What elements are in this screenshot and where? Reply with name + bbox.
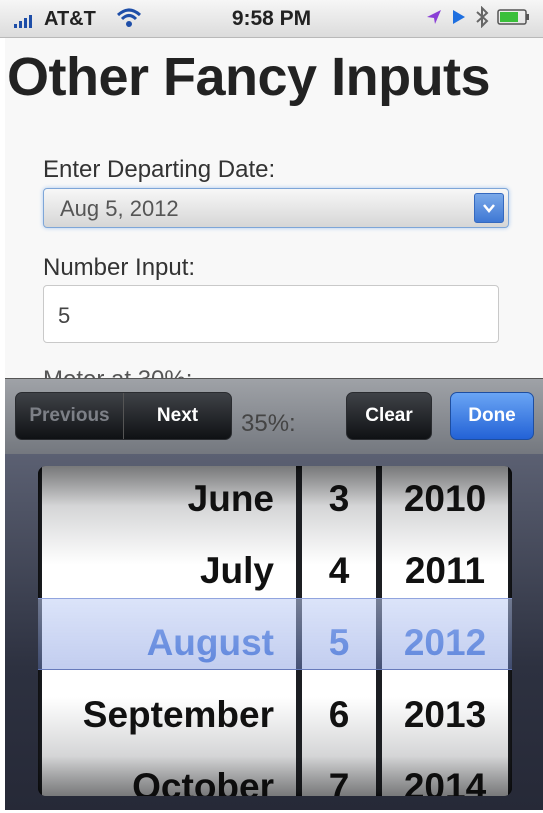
picker-frame: June July August September October 3 4 5… (38, 466, 512, 796)
picker-row[interactable]: 2011 (382, 535, 508, 607)
date-select[interactable]: Aug 5, 2012 (43, 188, 509, 228)
picker-row-selected[interactable]: 5 (302, 607, 376, 679)
date-select-value: Aug 5, 2012 (60, 196, 179, 221)
chevron-down-icon (474, 193, 504, 223)
picker-row[interactable]: 2014 (382, 751, 508, 796)
partial-label: 35%: (241, 410, 296, 437)
picker-row[interactable]: September (42, 679, 296, 751)
picker-row[interactable]: 3 (302, 466, 376, 535)
page-content: Other Fancy Inputs Enter Departing Date:… (5, 38, 543, 378)
picker-row[interactable]: 7 (302, 751, 376, 796)
date-picker: June July August September October 3 4 5… (5, 454, 543, 810)
number-input[interactable]: 5 (43, 285, 499, 343)
day-wheel[interactable]: 3 4 5 6 7 (302, 466, 376, 796)
date-label: Enter Departing Date: (43, 156, 276, 183)
form-accessory-toolbar: Previous Next 35%: Clear Done (5, 378, 543, 454)
done-button[interactable]: Done (450, 392, 534, 440)
picker-row-selected[interactable]: 2012 (382, 607, 508, 679)
picker-row[interactable]: 2013 (382, 679, 508, 751)
year-wheel[interactable]: 2010 2011 2012 2013 2014 (382, 466, 508, 796)
location-icon (425, 8, 443, 31)
picker-row[interactable]: 2010 (382, 466, 508, 535)
number-label: Number Input: (43, 254, 196, 281)
number-input-value: 5 (58, 303, 71, 328)
battery-icon (497, 8, 531, 30)
bluetooth-icon (475, 5, 489, 33)
month-wheel[interactable]: June July August September October (42, 466, 296, 796)
page-title: Other Fancy Inputs (7, 47, 491, 107)
picker-row[interactable]: October (42, 751, 296, 796)
prev-next-control: Previous Next (15, 392, 232, 440)
status-bar: AT&T 9:58 PM (0, 0, 543, 38)
picker-row[interactable]: July (42, 535, 296, 607)
meter-label: Meter at 30%: (43, 366, 192, 378)
picker-row[interactable]: 6 (302, 679, 376, 751)
picker-row-selected[interactable]: August (42, 607, 296, 679)
clear-button[interactable]: Clear (346, 392, 432, 440)
picker-row[interactable]: June (42, 466, 296, 535)
next-button[interactable]: Next (124, 393, 231, 439)
picker-row[interactable]: 4 (302, 535, 376, 607)
previous-button[interactable]: Previous (16, 393, 124, 439)
play-icon (451, 8, 467, 31)
